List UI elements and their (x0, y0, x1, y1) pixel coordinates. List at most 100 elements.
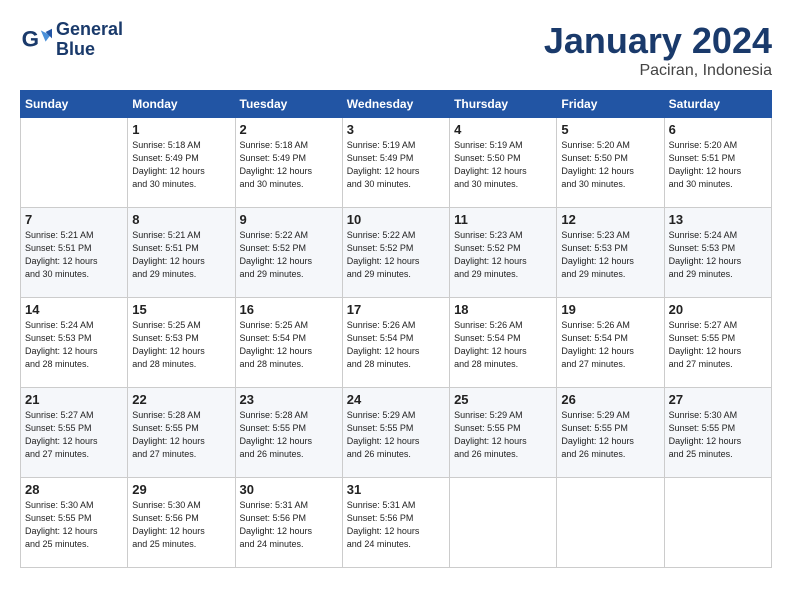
calendar-cell: 12Sunrise: 5:23 AM Sunset: 5:53 PM Dayli… (557, 208, 664, 298)
calendar-week-row: 21Sunrise: 5:27 AM Sunset: 5:55 PM Dayli… (21, 388, 772, 478)
calendar-cell: 4Sunrise: 5:19 AM Sunset: 5:50 PM Daylig… (450, 118, 557, 208)
day-info: Sunrise: 5:29 AM Sunset: 5:55 PM Dayligh… (561, 409, 659, 461)
day-number: 8 (132, 212, 230, 227)
day-info: Sunrise: 5:30 AM Sunset: 5:56 PM Dayligh… (132, 499, 230, 551)
weekday-header-sunday: Sunday (21, 91, 128, 118)
calendar-week-row: 7 Sunrise: 5:21 AM Sunset: 5:51 PM Daylig… (21, 208, 772, 298)
day-number: 9 (240, 212, 338, 227)
day-number: 11 (454, 212, 552, 227)
calendar-cell: 24 Sunrise: 5:29 AM Sunset: 5:55 PM Dayli… (342, 388, 449, 478)
day-number: 21 (25, 392, 123, 407)
day-number: 17 (347, 302, 445, 317)
day-info: Sunrise: 5:26 AM Sunset: 5:54 PM Dayligh… (347, 319, 445, 371)
day-info: Sunrise: 5:26 AM Sunset: 5:54 PM Dayligh… (454, 319, 552, 371)
calendar-cell: 19Sunrise: 5:26 AM Sunset: 5:54 PM Dayli… (557, 298, 664, 388)
calendar-cell: 14 Sunrise: 5:24 AM Sunset: 5:53 PM Dayli… (21, 298, 128, 388)
day-number: 1 (132, 122, 230, 137)
day-info: Sunrise: 5:19 AM Sunset: 5:49 PM Dayligh… (347, 139, 445, 191)
weekday-header-saturday: Saturday (664, 91, 771, 118)
day-number: 31 (347, 482, 445, 497)
day-info: Sunrise: 5:31 AM Sunset: 5:56 PM Dayligh… (240, 499, 338, 551)
day-number: 6 (669, 122, 767, 137)
day-number: 13 (669, 212, 767, 227)
calendar-table: SundayMondayTuesdayWednesdayThursdayFrid… (20, 90, 772, 568)
day-info: Sunrise: 5:24 AM Sunset: 5:53 PM Dayligh… (669, 229, 767, 281)
calendar-cell: 16 Sunrise: 5:25 AM Sunset: 5:54 PM Dayli… (235, 298, 342, 388)
calendar-cell (450, 478, 557, 568)
svg-text:G: G (22, 26, 39, 51)
day-number: 23 (240, 392, 338, 407)
day-info: Sunrise: 5:26 AM Sunset: 5:54 PM Dayligh… (561, 319, 659, 371)
day-number: 22 (132, 392, 230, 407)
logo: G General Blue (20, 20, 123, 60)
month-title: January 2024 (544, 20, 772, 62)
day-number: 5 (561, 122, 659, 137)
calendar-cell: 7Sunrise: 5:21 AM Sunset: 5:51 PM Daylig… (21, 208, 128, 298)
calendar-week-row: 28Sunrise: 5:30 AM Sunset: 5:55 PM Dayli… (21, 478, 772, 568)
calendar-cell: 13 Sunrise: 5:24 AM Sunset: 5:53 PM Dayli… (664, 208, 771, 298)
calendar-cell: 26 Sunrise: 5:29 AM Sunset: 5:55 PM Dayli… (557, 388, 664, 478)
day-info: Sunrise: 5:30 AM Sunset: 5:55 PM Dayligh… (669, 409, 767, 461)
page-header: G General Blue January 2024 Paciran, Ind… (20, 20, 772, 80)
calendar-cell: 17 Sunrise: 5:26 AM Sunset: 5:54 PM Dayli… (342, 298, 449, 388)
calendar-cell: 1 Sunrise: 5:18 AM Sunset: 5:49 PM Daylig… (128, 118, 235, 208)
day-number: 14 (25, 302, 123, 317)
calendar-cell: 28Sunrise: 5:30 AM Sunset: 5:55 PM Dayli… (21, 478, 128, 568)
day-number: 24 (347, 392, 445, 407)
logo-text: General Blue (56, 20, 123, 60)
day-info: Sunrise: 5:25 AM Sunset: 5:54 PM Dayligh… (240, 319, 338, 371)
weekday-header-thursday: Thursday (450, 91, 557, 118)
day-info: Sunrise: 5:22 AM Sunset: 5:52 PM Dayligh… (347, 229, 445, 281)
calendar-cell: 9 Sunrise: 5:22 AM Sunset: 5:52 PM Daylig… (235, 208, 342, 298)
calendar-cell (664, 478, 771, 568)
calendar-cell: 8 Sunrise: 5:21 AM Sunset: 5:51 PM Daylig… (128, 208, 235, 298)
day-info: Sunrise: 5:19 AM Sunset: 5:50 PM Dayligh… (454, 139, 552, 191)
location-subtitle: Paciran, Indonesia (544, 62, 772, 80)
calendar-cell: 10 Sunrise: 5:22 AM Sunset: 5:52 PM Dayli… (342, 208, 449, 298)
day-info: Sunrise: 5:29 AM Sunset: 5:55 PM Dayligh… (454, 409, 552, 461)
calendar-cell: 30 Sunrise: 5:31 AM Sunset: 5:56 PM Dayli… (235, 478, 342, 568)
day-info: Sunrise: 5:29 AM Sunset: 5:55 PM Dayligh… (347, 409, 445, 461)
weekday-header-monday: Monday (128, 91, 235, 118)
calendar-cell: 2Sunrise: 5:18 AM Sunset: 5:49 PM Daylig… (235, 118, 342, 208)
day-number: 25 (454, 392, 552, 407)
day-info: Sunrise: 5:20 AM Sunset: 5:50 PM Dayligh… (561, 139, 659, 191)
calendar-cell: 20Sunrise: 5:27 AM Sunset: 5:55 PM Dayli… (664, 298, 771, 388)
day-number: 15 (132, 302, 230, 317)
calendar-cell: 18 Sunrise: 5:26 AM Sunset: 5:54 PM Dayli… (450, 298, 557, 388)
calendar-body: 1 Sunrise: 5:18 AM Sunset: 5:49 PM Daylig… (21, 118, 772, 568)
day-info: Sunrise: 5:28 AM Sunset: 5:55 PM Dayligh… (240, 409, 338, 461)
calendar-week-row: 1 Sunrise: 5:18 AM Sunset: 5:49 PM Daylig… (21, 118, 772, 208)
calendar-cell: 15 Sunrise: 5:25 AM Sunset: 5:53 PM Dayli… (128, 298, 235, 388)
day-info: Sunrise: 5:31 AM Sunset: 5:56 PM Dayligh… (347, 499, 445, 551)
day-info: Sunrise: 5:23 AM Sunset: 5:52 PM Dayligh… (454, 229, 552, 281)
calendar-cell: 23 Sunrise: 5:28 AM Sunset: 5:55 PM Dayli… (235, 388, 342, 478)
day-number: 3 (347, 122, 445, 137)
calendar-cell: 21Sunrise: 5:27 AM Sunset: 5:55 PM Dayli… (21, 388, 128, 478)
calendar-cell (21, 118, 128, 208)
day-number: 2 (240, 122, 338, 137)
day-info: Sunrise: 5:24 AM Sunset: 5:53 PM Dayligh… (25, 319, 123, 371)
day-info: Sunrise: 5:20 AM Sunset: 5:51 PM Dayligh… (669, 139, 767, 191)
weekday-header-friday: Friday (557, 91, 664, 118)
weekday-header-row: SundayMondayTuesdayWednesdayThursdayFrid… (21, 91, 772, 118)
weekday-header-wednesday: Wednesday (342, 91, 449, 118)
day-number: 29 (132, 482, 230, 497)
calendar-cell: 29 Sunrise: 5:30 AM Sunset: 5:56 PM Dayli… (128, 478, 235, 568)
day-info: Sunrise: 5:25 AM Sunset: 5:53 PM Dayligh… (132, 319, 230, 371)
day-number: 28 (25, 482, 123, 497)
day-number: 7 (25, 212, 123, 227)
calendar-cell: 11 Sunrise: 5:23 AM Sunset: 5:52 PM Dayli… (450, 208, 557, 298)
calendar-cell: 27Sunrise: 5:30 AM Sunset: 5:55 PM Dayli… (664, 388, 771, 478)
calendar-week-row: 14 Sunrise: 5:24 AM Sunset: 5:53 PM Dayli… (21, 298, 772, 388)
day-info: Sunrise: 5:21 AM Sunset: 5:51 PM Dayligh… (132, 229, 230, 281)
day-number: 18 (454, 302, 552, 317)
day-number: 30 (240, 482, 338, 497)
calendar-cell: 6 Sunrise: 5:20 AM Sunset: 5:51 PM Daylig… (664, 118, 771, 208)
day-number: 16 (240, 302, 338, 317)
day-number: 10 (347, 212, 445, 227)
day-number: 12 (561, 212, 659, 227)
day-info: Sunrise: 5:18 AM Sunset: 5:49 PM Dayligh… (132, 139, 230, 191)
day-info: Sunrise: 5:22 AM Sunset: 5:52 PM Dayligh… (240, 229, 338, 281)
day-number: 26 (561, 392, 659, 407)
